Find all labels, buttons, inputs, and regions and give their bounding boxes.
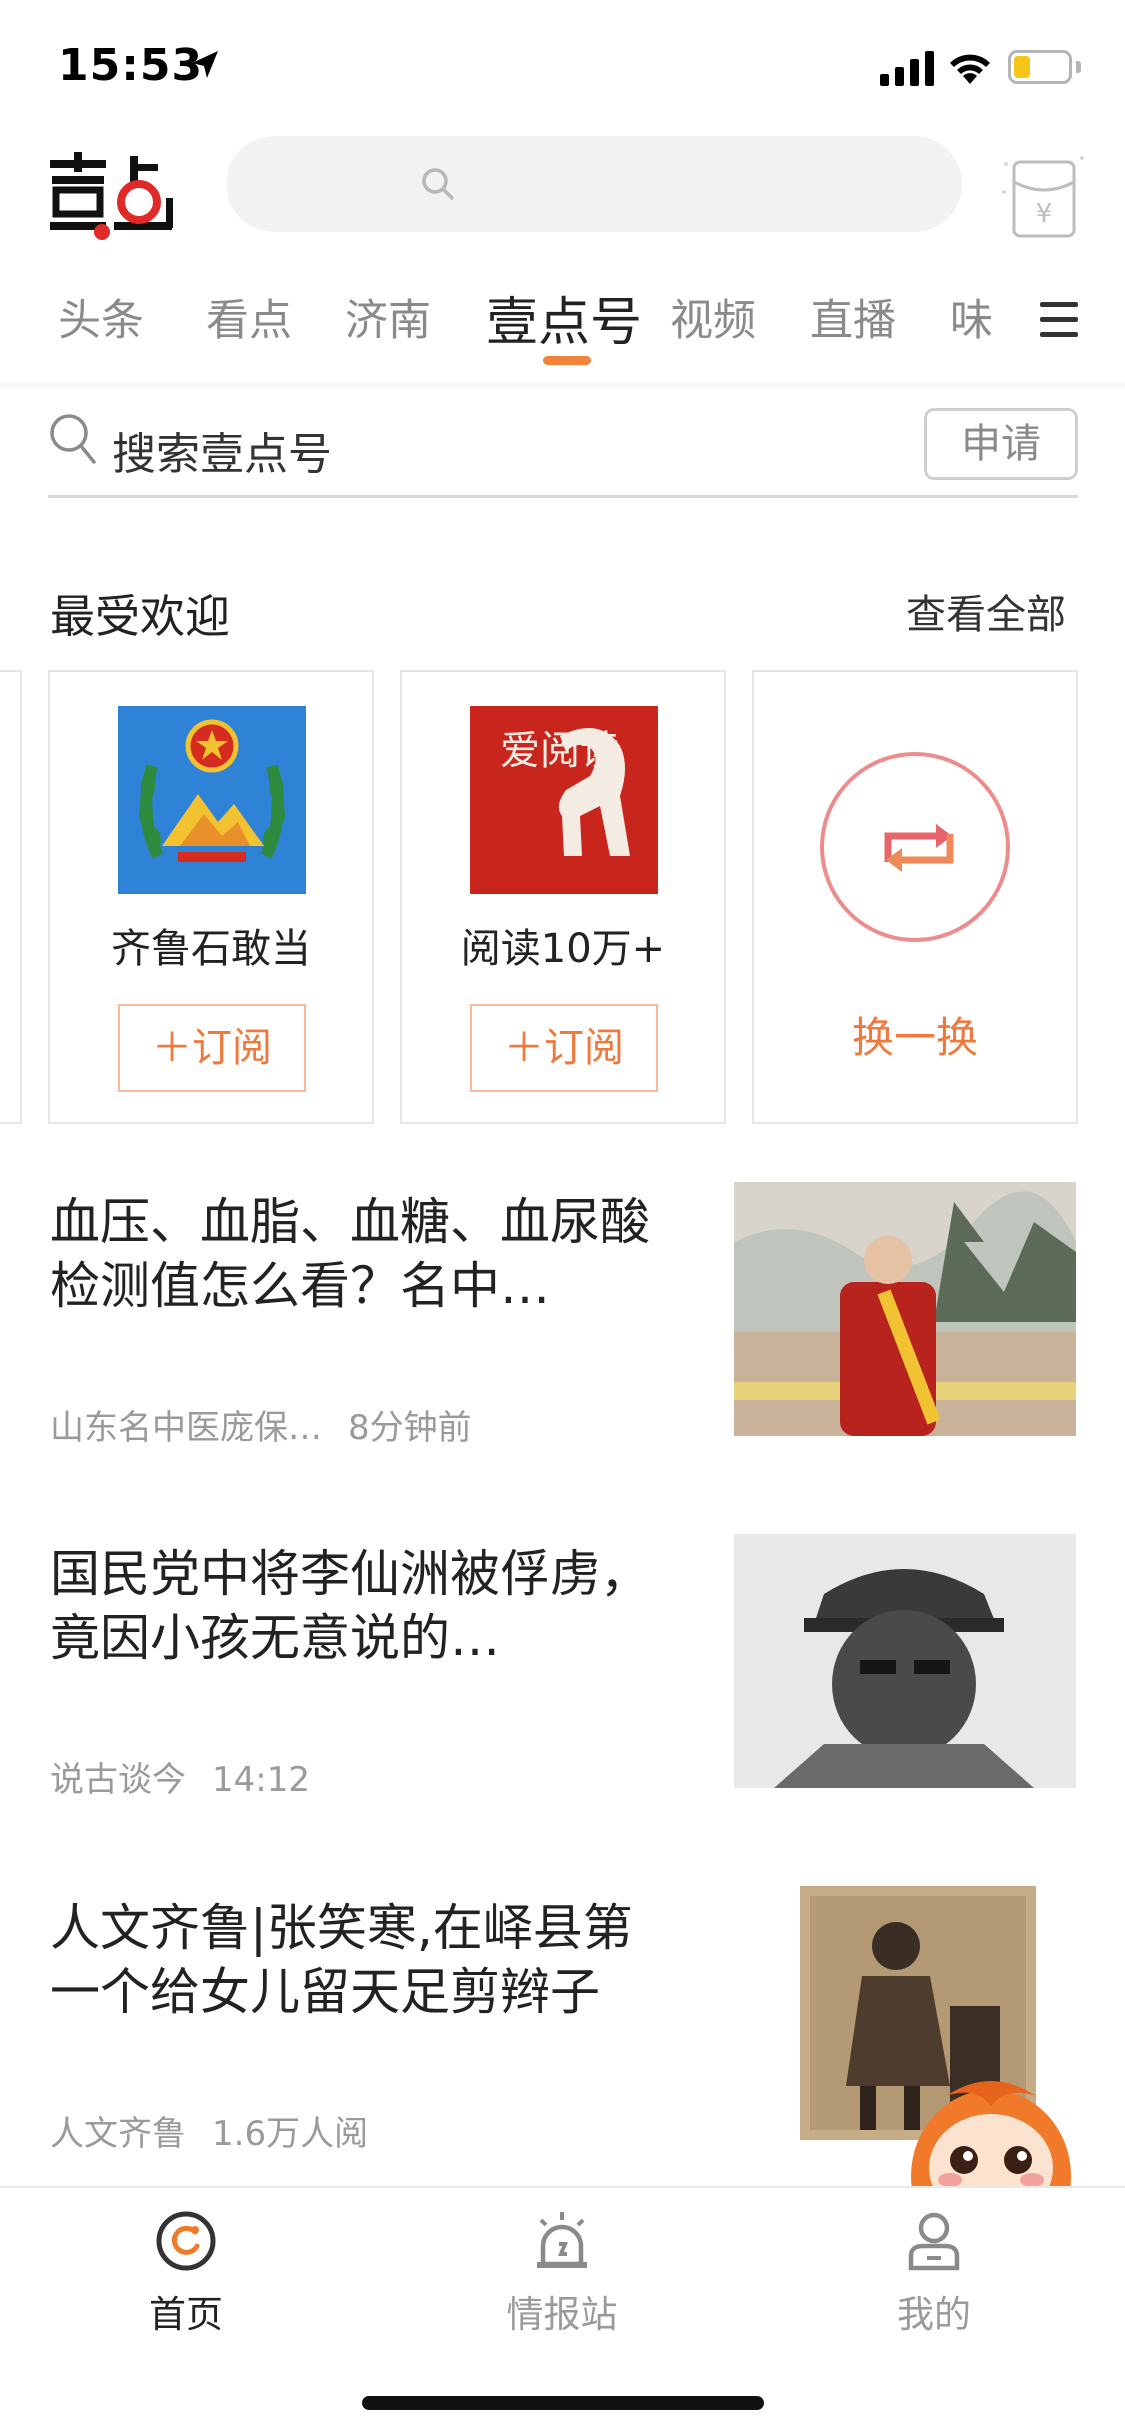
article-source: 说古谈今 <box>50 1760 186 1800</box>
home-indicator[interactable] <box>362 2396 764 2410</box>
tab-toutiao[interactable]: 头条 <box>58 286 144 348</box>
battery-cap <box>1076 61 1081 73</box>
subscribe-button[interactable]: ＋订阅 <box>470 1004 658 1092</box>
article-title[interactable]: 人文齐鲁|张笑寒,在峄县第一个给女儿留天足剪辫子 <box>50 1896 670 2024</box>
account-card[interactable]: 齐鲁石敢当 ＋订阅 <box>48 670 374 1124</box>
account-avatar-seal: 爱阅读 <box>470 706 658 894</box>
divider <box>0 382 1125 388</box>
battery-level <box>1014 56 1030 78</box>
tab-wei[interactable]: 味 <box>950 286 993 348</box>
nav-mine-label: 我的 <box>897 2293 971 2336</box>
account-card[interactable]: 爱阅读 阅读10万+ ＋订阅 <box>400 670 726 1124</box>
article-thumbnail[interactable] <box>734 1534 1076 1788</box>
article-source: 山东名中医庞保… <box>50 1408 322 1448</box>
account-name: 阅读10万+ <box>460 926 666 972</box>
app-header: ¥ <box>0 132 1125 262</box>
refresh-card[interactable]: 换一换 <box>752 670 1078 1124</box>
article-source: 人文齐鲁 <box>50 2114 186 2154</box>
red-envelope-wallet-icon[interactable]: ¥ <box>998 150 1088 244</box>
menu-icon[interactable] <box>1040 302 1078 347</box>
nav-intel-station[interactable]: 情报站 <box>462 2208 662 2338</box>
global-search-bar[interactable] <box>226 136 962 232</box>
article-time: 8分钟前 <box>348 1408 472 1448</box>
search-icon <box>422 168 454 200</box>
status-time: 15:53 <box>58 40 204 91</box>
refresh-icon <box>884 824 954 872</box>
wifi-icon <box>950 54 990 84</box>
mascot-floating-icon[interactable] <box>906 2076 1076 2196</box>
view-all-link[interactable]: 查看全部 <box>906 582 1066 640</box>
article-time: 1.6万人阅 <box>212 2114 369 2154</box>
search-icon <box>50 414 96 464</box>
cellular-signal-icon <box>880 50 934 86</box>
alarm-beacon-icon <box>537 2212 587 2268</box>
location-arrow-icon <box>192 51 218 78</box>
article-title[interactable]: 国民党中将李仙洲被俘虏，竟因小孩无意说的… <box>50 1542 670 1670</box>
tab-video[interactable]: 视频 <box>670 286 756 348</box>
user-icon <box>908 2212 960 2271</box>
account-search-placeholder[interactable]: 搜索壹点号 <box>112 418 332 482</box>
article-meta: 说古谈今 14:12 <box>50 1752 310 1801</box>
apply-button[interactable]: 申请 <box>924 408 1078 480</box>
svg-text:¥: ¥ <box>1036 199 1053 229</box>
refresh-label[interactable]: 换一换 <box>754 1004 1076 1065</box>
battery-icon <box>1008 50 1072 84</box>
section-title-popular: 最受欢迎 <box>50 590 231 643</box>
subscribe-button[interactable]: ＋订阅 <box>118 1004 306 1092</box>
app-logo[interactable] <box>46 150 176 240</box>
article-meta: 山东名中医庞保… 8分钟前 <box>50 1400 472 1449</box>
article-title[interactable]: 血压、血脂、血糖、血尿酸检测值怎么看？名中… <box>50 1190 670 1318</box>
article-meta: 人文齐鲁 1.6万人阅 <box>50 2106 368 2155</box>
nav-home[interactable]: 首页 <box>86 2208 286 2338</box>
article-thumbnail[interactable] <box>734 1182 1076 1436</box>
article-item[interactable]: 血压、血脂、血糖、血尿酸检测值怎么看？名中… 山东名中医庞保… 8分钟前 <box>0 1182 1125 1490</box>
account-name: 齐鲁石敢当 <box>111 926 311 972</box>
tab-yidianhao[interactable]: 壹点号 <box>486 280 642 355</box>
account-search-bar[interactable]: 搜索壹点号 申请 <box>48 400 1078 498</box>
tab-live[interactable]: 直播 <box>810 286 896 348</box>
tab-kandian[interactable]: 看点 <box>206 286 292 348</box>
tab-jinan[interactable]: 济南 <box>345 286 431 348</box>
nav-intel-label: 情报站 <box>506 2293 618 2336</box>
account-avatar-emblem <box>118 706 306 894</box>
channel-tabs: 头条 看点 济南 壹点号 视频 直播 味 <box>0 280 1125 380</box>
nav-home-label: 首页 <box>149 2293 223 2336</box>
nav-mine[interactable]: 我的 <box>834 2208 1034 2338</box>
card-partial[interactable] <box>0 670 22 1124</box>
active-tab-indicator <box>543 356 591 365</box>
article-time: 14:12 <box>212 1760 310 1800</box>
home-icon <box>156 2211 216 2271</box>
refresh-circle[interactable] <box>820 752 1010 942</box>
status-bar: 15:53 <box>0 0 1125 132</box>
seal-text: 爱阅读 <box>500 728 620 774</box>
article-item[interactable]: 国民党中将李仙洲被俘虏，竟因小孩无意说的… 说古谈今 14:12 <box>0 1534 1125 1842</box>
